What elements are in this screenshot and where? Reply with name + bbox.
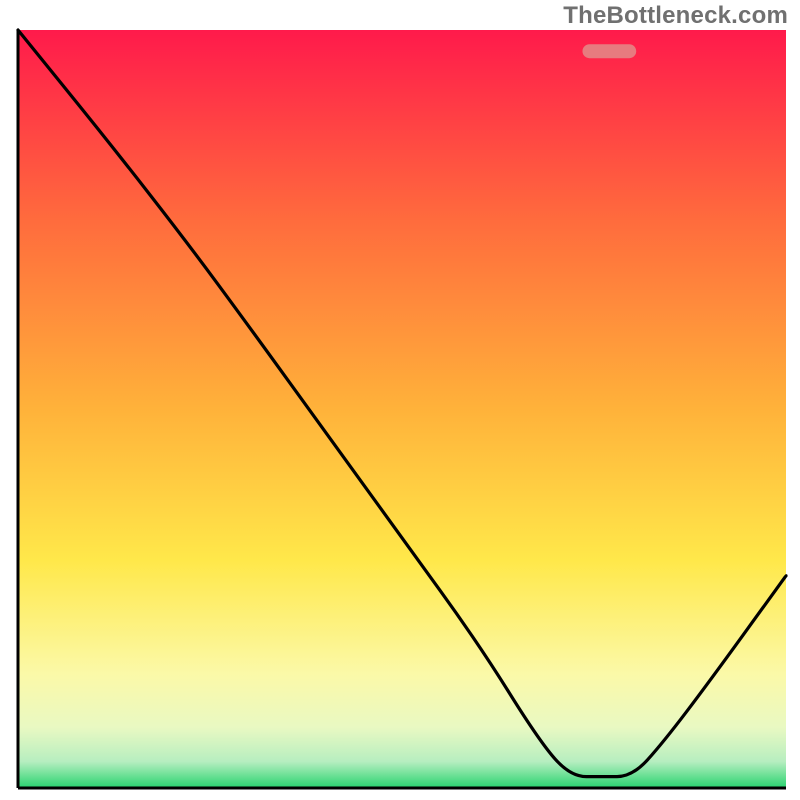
watermark-label: TheBottleneck.com — [563, 2, 788, 30]
gradient-background — [18, 30, 786, 788]
bottleneck-chart: TheBottleneck.com — [0, 0, 800, 800]
optimal-marker — [582, 44, 636, 58]
chart-canvas — [0, 0, 800, 800]
